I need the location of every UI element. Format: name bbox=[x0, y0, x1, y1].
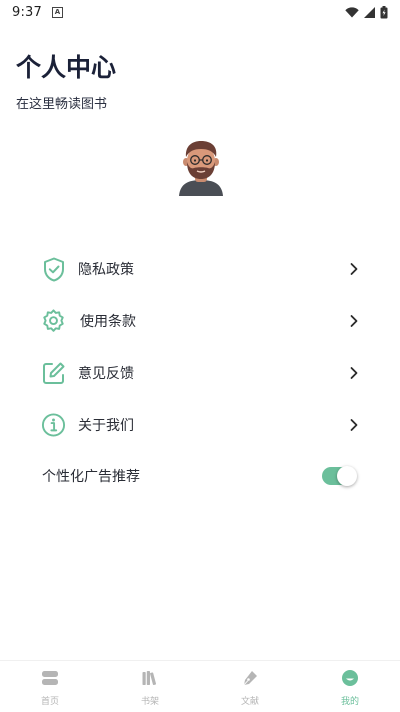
menu-item-label: 使用条款 bbox=[80, 314, 136, 330]
nav-tab-literature[interactable]: 文献 bbox=[200, 661, 300, 712]
home-icon bbox=[40, 668, 60, 688]
notification-a-icon: A bbox=[52, 6, 63, 18]
bottom-navigation: 首页 书架 文献 我的 bbox=[0, 660, 400, 712]
page-subtitle: 在这里畅读图书 bbox=[16, 97, 108, 112]
wifi-icon bbox=[345, 6, 359, 17]
menu-item-label: 关于我们 bbox=[78, 418, 134, 434]
page-title: 个人中心 bbox=[16, 53, 117, 82]
status-icons bbox=[345, 5, 388, 19]
chevron-right-icon bbox=[350, 263, 358, 275]
chevron-right-icon bbox=[350, 315, 358, 327]
info-icon bbox=[41, 413, 66, 438]
nav-label: 文献 bbox=[240, 697, 259, 707]
profile-icon bbox=[340, 668, 360, 688]
menu-item-feedback[interactable]: 意见反馈 bbox=[0, 347, 400, 399]
toggle-knob bbox=[337, 466, 357, 486]
settings-menu: 隐私政策 使用条款 意见反馈 关于我们 bbox=[0, 243, 400, 451]
menu-item-label: 意见反馈 bbox=[78, 366, 134, 382]
bookshelf-icon bbox=[140, 668, 160, 688]
personalized-ads-toggle[interactable] bbox=[322, 466, 357, 486]
menu-item-about-us[interactable]: 关于我们 bbox=[0, 399, 400, 451]
nav-label: 书架 bbox=[140, 697, 159, 707]
nav-tab-mine[interactable]: 我的 bbox=[300, 661, 400, 712]
gear-icon bbox=[41, 309, 66, 334]
signal-icon bbox=[364, 6, 375, 18]
chevron-right-icon bbox=[350, 367, 358, 379]
edit-icon bbox=[41, 361, 66, 386]
avatar[interactable] bbox=[176, 140, 226, 196]
nav-tab-home[interactable]: 首页 bbox=[0, 661, 100, 712]
personalized-ads-row: 个性化广告推荐 bbox=[0, 450, 400, 502]
nav-label: 首页 bbox=[40, 697, 59, 707]
status-time: 9:37 bbox=[12, 4, 42, 20]
battery-icon bbox=[380, 5, 388, 18]
personalized-ads-label: 个性化广告推荐 bbox=[42, 469, 140, 485]
shield-check-icon bbox=[41, 257, 66, 282]
nav-tab-bookshelf[interactable]: 书架 bbox=[100, 661, 200, 712]
status-bar: 9:37 A bbox=[0, 0, 400, 24]
nav-label: 我的 bbox=[340, 697, 359, 707]
chevron-right-icon bbox=[350, 419, 358, 431]
menu-item-terms-of-use[interactable]: 使用条款 bbox=[0, 295, 400, 347]
profile-screen: 9:37 A 个人中心 在这里畅读图书 隐私政策 使用条款 意见反馈 关于我们 … bbox=[0, 0, 400, 712]
menu-item-privacy-policy[interactable]: 隐私政策 bbox=[0, 243, 400, 295]
pen-icon bbox=[240, 668, 260, 688]
menu-item-label: 隐私政策 bbox=[78, 262, 134, 278]
